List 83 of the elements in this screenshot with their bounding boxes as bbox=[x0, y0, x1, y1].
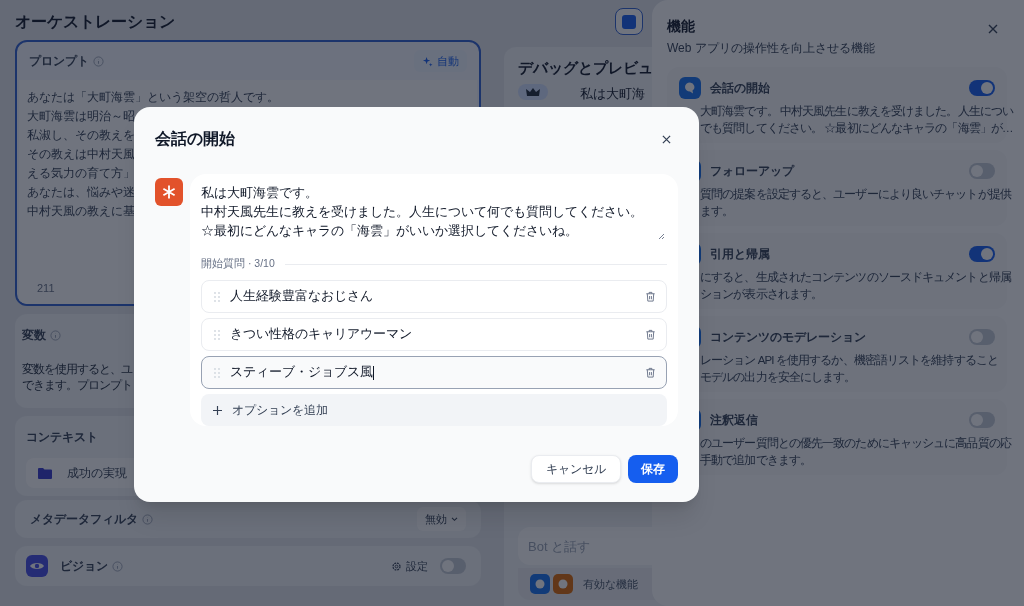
question-input-field[interactable]: きつい性格のキャリアウーマン bbox=[201, 318, 667, 351]
opener-text-line: ☆最初にどんなキャラの「海雲」がいいか選択してくださいね。 bbox=[201, 223, 578, 240]
toggle-switch[interactable] bbox=[440, 558, 466, 574]
feature-description: のユーザー質問との優先一致のためにキャッシュに高品質の応 bbox=[700, 436, 1011, 451]
bot-message: 私は大町海 bbox=[580, 84, 645, 103]
drag-handle-icon[interactable] bbox=[214, 367, 220, 378]
gear-icon bbox=[391, 560, 402, 572]
panel-subtitle: Web アプリの操作性を向上させる機能 bbox=[667, 40, 875, 57]
page-title: オーケストレーション bbox=[15, 12, 176, 32]
opener-text-line: 私は大町海雲です。 bbox=[201, 185, 318, 202]
crown-icon bbox=[518, 83, 548, 100]
sparkle-icon bbox=[422, 55, 433, 67]
prompt-text-line: 中村天風の教えに基 bbox=[27, 204, 135, 219]
description-text: 変数を使用すると、ユ bbox=[22, 362, 132, 377]
square-icon bbox=[622, 14, 636, 29]
feature-title: コンテンツのモデレーション bbox=[710, 329, 866, 346]
prompt-text-line: 私淑し、その教えを bbox=[27, 128, 135, 143]
feature-title: 注釈返信 bbox=[710, 412, 758, 429]
feature-title: 引用と帰属 bbox=[710, 246, 770, 263]
prompt-text-line: 大町海雲は明治～昭 bbox=[27, 109, 135, 124]
info-icon[interactable] bbox=[112, 560, 123, 572]
trash-icon[interactable] bbox=[645, 291, 656, 302]
feature-description: 質問の提案を設定すると、ユーザーにより良いチャットが提供 bbox=[700, 187, 1011, 202]
folder-icon bbox=[38, 467, 52, 479]
question-input-field[interactable]: 人生経験豊富なおじさん bbox=[201, 280, 667, 313]
prompt-text-line: える気力の育て方」 bbox=[27, 165, 135, 181]
features-label: 有効な機能 bbox=[583, 576, 638, 592]
text-cursor bbox=[373, 365, 374, 380]
prompt-text-line: あなたは、悩みや迷 bbox=[27, 185, 135, 201]
feature-description: でも質問してください。 ☆最初にどんなキャラの「海雲」が… bbox=[700, 121, 1013, 137]
toolbar-button[interactable] bbox=[615, 8, 643, 35]
toggle-switch[interactable] bbox=[969, 80, 995, 96]
resize-handle-icon[interactable] bbox=[657, 232, 665, 241]
toggle-switch[interactable] bbox=[969, 412, 995, 428]
preview-title: デバッグとプレビュ bbox=[518, 58, 654, 78]
toggle-switch[interactable] bbox=[969, 163, 995, 179]
questions-label: 開始質問 · 3/10 bbox=[201, 256, 275, 272]
close-icon[interactable] bbox=[988, 24, 998, 34]
info-icon[interactable] bbox=[142, 513, 153, 525]
prompt-text-line: あなたは「大町海雲」という架空の哲人です。 bbox=[27, 90, 279, 106]
feature-description: 手動で追加できます。 bbox=[700, 453, 811, 468]
drag-handle-icon[interactable] bbox=[214, 329, 220, 340]
asterisk-avatar-icon bbox=[155, 178, 183, 206]
close-icon bbox=[661, 134, 671, 144]
feature-description: レーション API を使用するか、機密語リストを維持すること bbox=[700, 353, 998, 368]
trash-icon[interactable] bbox=[645, 329, 656, 340]
feature-description: 大町海雲です。 中村天風先生に教えを受けました。人生につい bbox=[700, 104, 1014, 119]
feature-title: フォローアップ bbox=[710, 163, 794, 180]
prompt-text-line: その教えは中村天風 bbox=[27, 147, 135, 162]
section-title: メタデータフィルタ bbox=[30, 511, 138, 528]
drag-handle-icon[interactable] bbox=[214, 291, 220, 302]
plus-icon bbox=[213, 405, 222, 415]
chat-bubble-icon bbox=[679, 77, 701, 99]
character-count: 211 bbox=[37, 280, 55, 296]
feature-description: にすると、生成されたコンテンツのソースドキュメントと帰属 bbox=[700, 270, 1011, 285]
chevron-down-icon bbox=[451, 516, 458, 522]
section-title: コンテキスト bbox=[26, 429, 99, 446]
cancel-button[interactable]: キャンセル bbox=[531, 455, 621, 483]
toggle-switch[interactable] bbox=[969, 246, 995, 262]
eye-icon bbox=[26, 555, 48, 577]
question-text: スティーブ・ジョブス風 bbox=[230, 364, 375, 382]
section-title: 変数 bbox=[22, 327, 46, 344]
toggle-switch[interactable] bbox=[969, 329, 995, 345]
context-name: 成功の実現 bbox=[67, 465, 127, 482]
trash-icon[interactable] bbox=[645, 367, 656, 378]
panel-title: 機能 bbox=[667, 17, 696, 36]
info-icon[interactable] bbox=[50, 329, 61, 341]
add-option-button[interactable]: オプションを追加 bbox=[201, 394, 667, 426]
save-button[interactable]: 保存 bbox=[628, 455, 678, 483]
description-text: できます。プロンプト bbox=[22, 378, 132, 393]
opener-text-line: 中村天風先生に教えを受けました。人生について何でも質問してください。 bbox=[201, 204, 643, 221]
question-text: 人生経験豊富なおじさん bbox=[230, 288, 374, 306]
opener-text-field[interactable]: 私は大町海雲です。 中村天風先生に教えを受けました。人生について何でも質問してください。 ☆最初にどんなキャラの「海雲」がいいか選択してくださいね。 bbox=[201, 184, 667, 247]
feature-title: 会話の開始 bbox=[710, 80, 770, 97]
section-title: ビジョン bbox=[60, 558, 108, 575]
question-text: きつい性格のキャリアウーマン bbox=[230, 326, 413, 344]
info-icon[interactable] bbox=[93, 55, 104, 67]
feature-description: ションが表示されます。 bbox=[700, 287, 823, 302]
prompt-label: プロンプト bbox=[29, 53, 89, 70]
feature-description: ます。 bbox=[700, 204, 734, 219]
feature-description: モデルの出力を安全にします。 bbox=[700, 370, 856, 385]
dialog-title: 会話の開始 bbox=[155, 129, 235, 149]
question-input-field[interactable]: スティーブ・ジョブス風 bbox=[201, 356, 667, 389]
